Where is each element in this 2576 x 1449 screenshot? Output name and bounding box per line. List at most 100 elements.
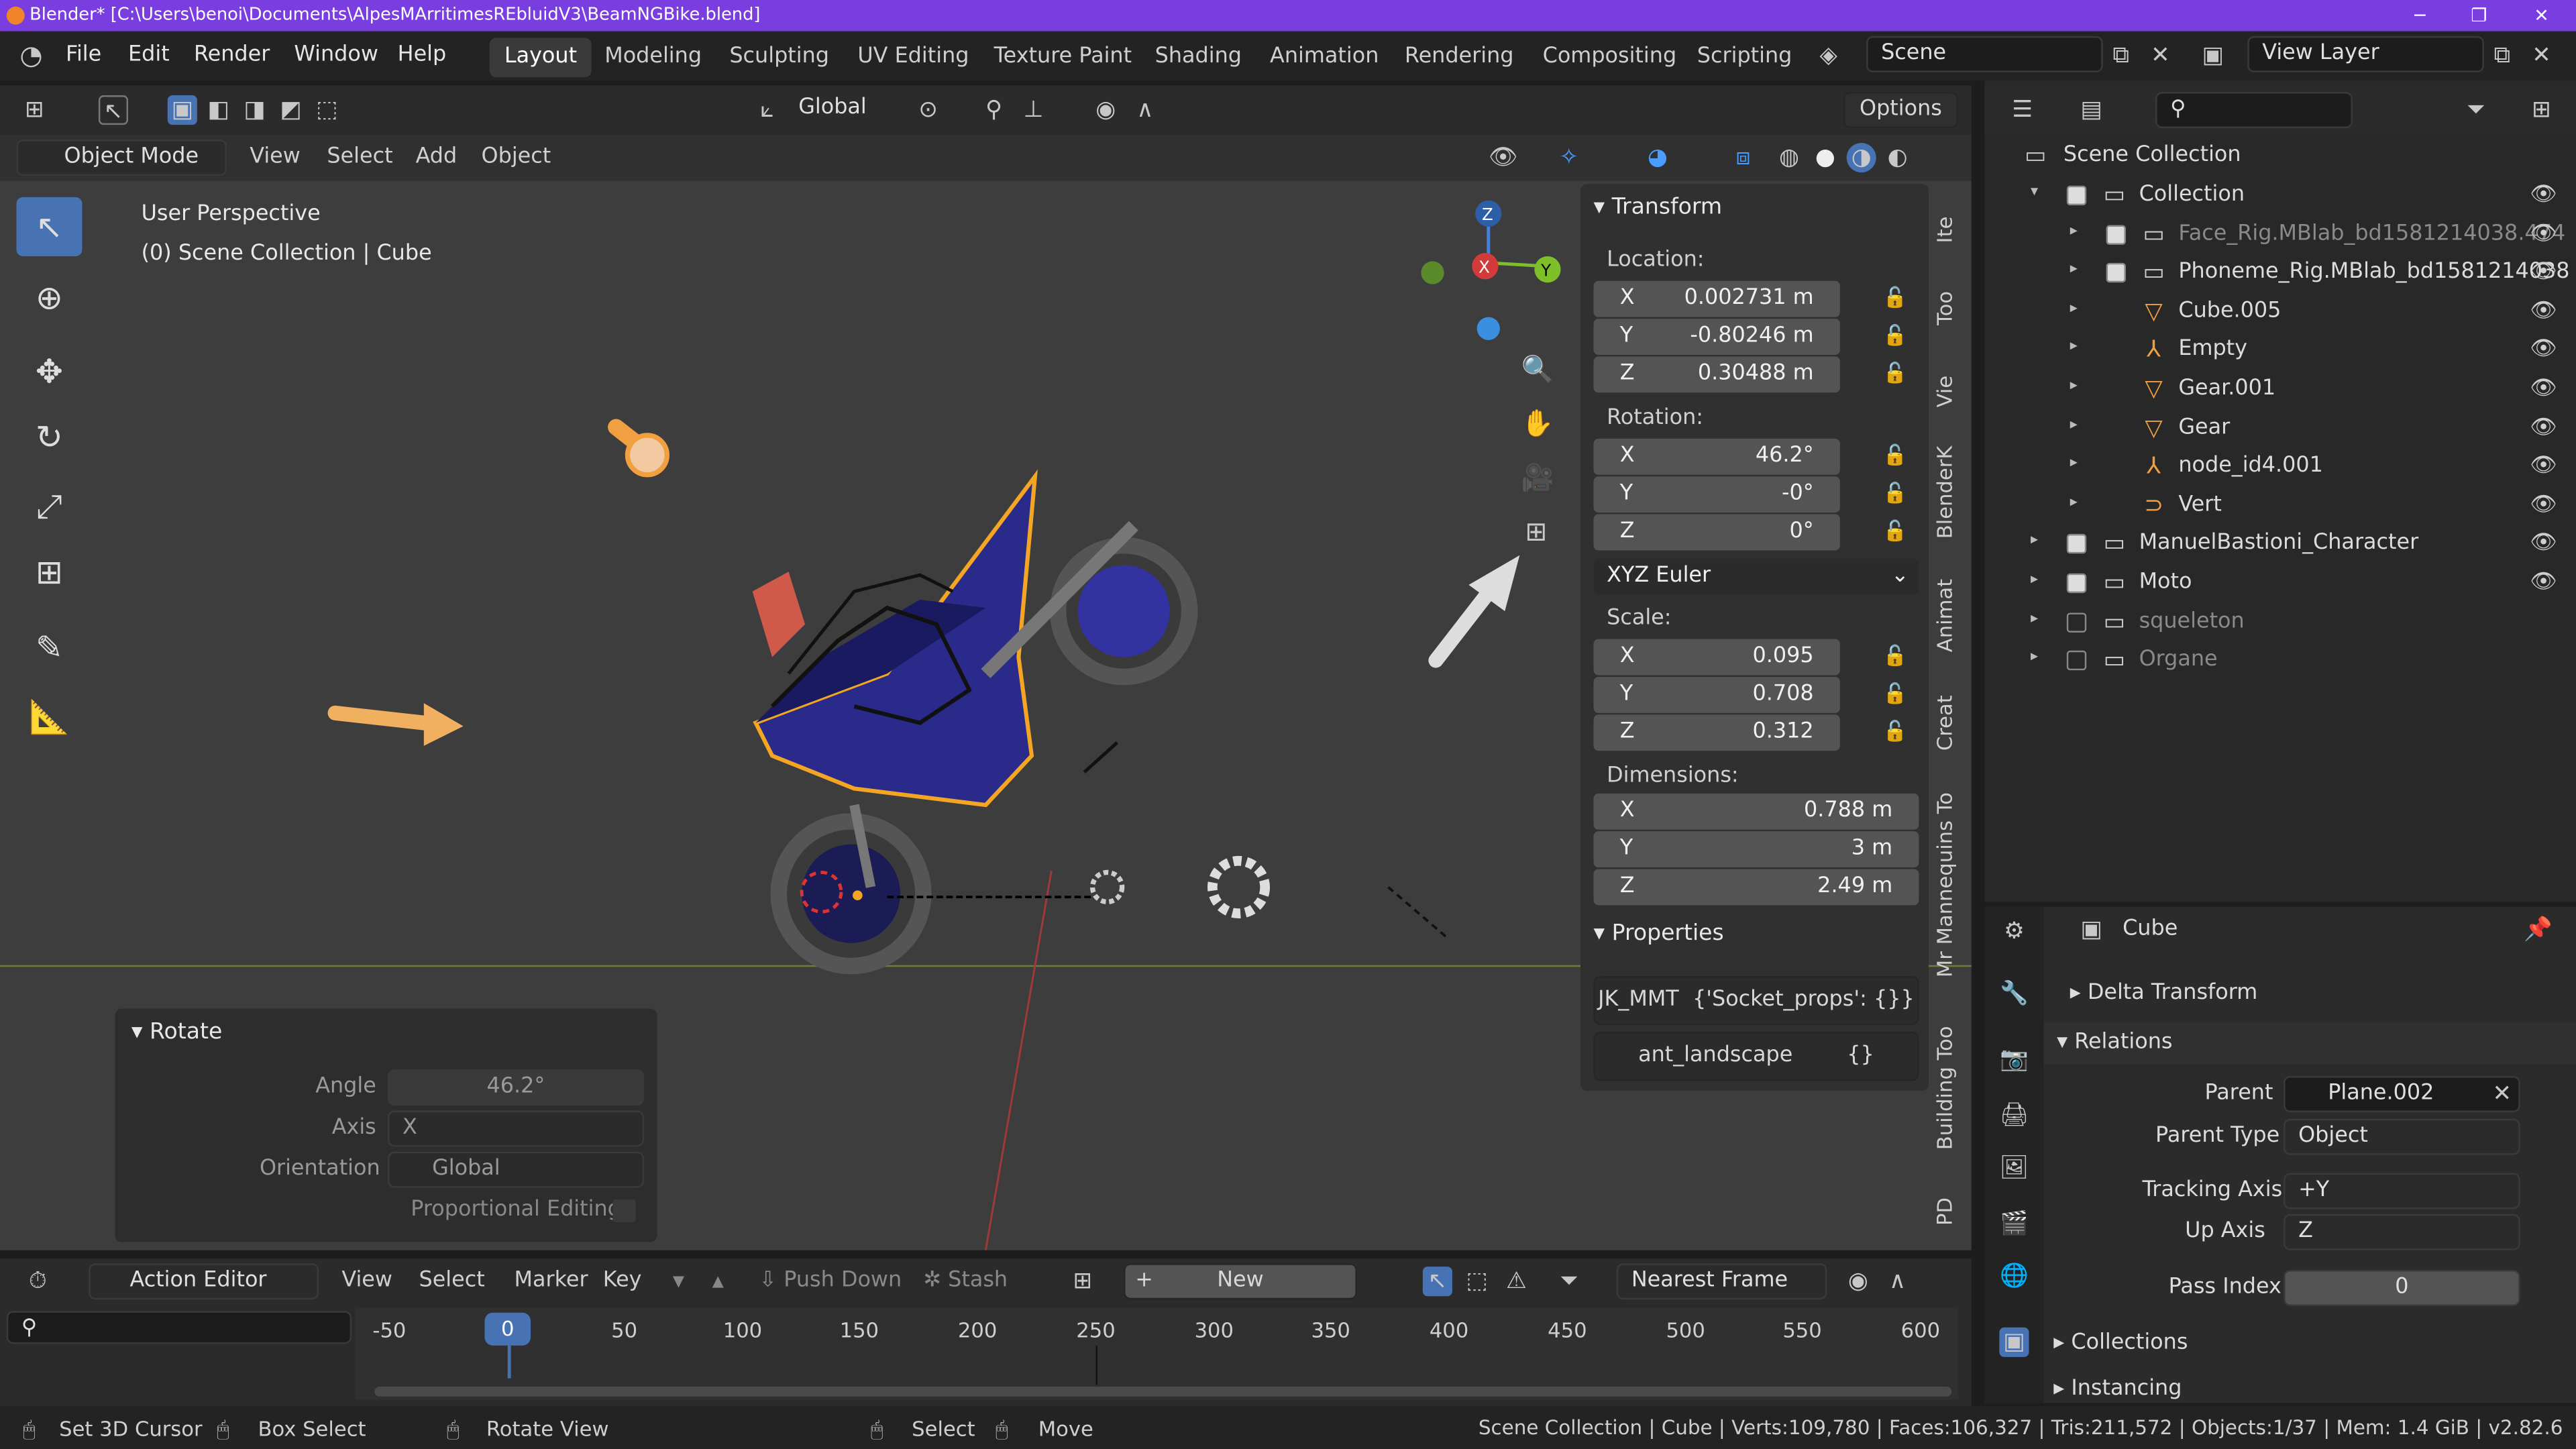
parent-type-dropdown[interactable]: Object <box>2284 1118 2520 1155</box>
cursor-tool[interactable]: ⊕ <box>16 268 82 327</box>
properties-header[interactable]: ▾ Properties <box>1594 920 1724 946</box>
lock-icon[interactable]: 🔓 <box>1883 644 1909 670</box>
exclude-checkbox[interactable] <box>2066 534 2087 555</box>
expand-icon[interactable]: ▸ <box>2070 262 2078 278</box>
tracking-axis-dropdown[interactable]: +Y <box>2284 1173 2520 1210</box>
editor-type-icon[interactable]: ⊞ <box>19 95 49 125</box>
scale-y-field[interactable]: Y 0.708 <box>1593 676 1840 713</box>
scene-tab-icon[interactable]: 🎬 <box>1999 1209 2029 1238</box>
menu-window[interactable]: Window <box>294 43 378 68</box>
delete-scene-icon[interactable]: ✕ <box>2145 41 2175 70</box>
new-action-button[interactable]: + New <box>1124 1263 1357 1300</box>
output-tab-icon[interactable]: 🖨 <box>1999 1101 2029 1130</box>
object-name[interactable]: Cube <box>2123 917 2178 942</box>
outliner-row-scene-collection[interactable]: ▭ Scene Collection <box>1984 138 2576 176</box>
measure-tool[interactable]: 📐 <box>16 687 82 746</box>
outliner-row[interactable]: ▸ ▭ Moto 👁 <box>1984 565 2576 602</box>
visibility-eye-icon[interactable]: 👁 <box>2530 337 2557 362</box>
tab-pd[interactable]: PD <box>1932 1186 1968 1235</box>
new-collection-icon[interactable]: ⊞ <box>2527 95 2557 125</box>
object-mode-dropdown[interactable]: Object Mode <box>16 140 227 176</box>
dimensions-z-field[interactable]: Z 2.49 m <box>1593 869 1919 906</box>
lock-icon[interactable]: 🔓 <box>1883 519 1909 545</box>
falloff-icon[interactable]: ∧ <box>1883 1267 1913 1296</box>
options-dropdown[interactable]: Options <box>1843 92 1959 129</box>
select-box-tool[interactable]: ↖ <box>16 197 83 257</box>
lock-icon[interactable]: 🔓 <box>1883 720 1909 746</box>
outliner-row[interactable]: ▸ ⊃ Vert 👁 <box>1984 488 2576 525</box>
dimensions-x-field[interactable]: X 0.788 m <box>1593 793 1919 830</box>
snap-icon[interactable]: ⚲ <box>979 95 1009 125</box>
outliner-row[interactable]: ▸ ⅄ node_id4.001 👁 <box>1984 449 2576 486</box>
timeline-menu-view[interactable]: View <box>341 1269 392 1293</box>
pin-icon[interactable]: 📌 <box>2524 915 2553 945</box>
navigation-gizmo[interactable]: Z Y X <box>1413 194 1570 358</box>
menu-render[interactable]: Render <box>194 43 270 68</box>
timeline-menu-key[interactable]: Key <box>603 1269 642 1293</box>
tab-animation[interactable]: Animation <box>1255 38 1393 77</box>
visibility-eye-icon[interactable]: 👁 <box>2530 182 2557 207</box>
expand-icon[interactable]: ▸ <box>2070 455 2078 472</box>
tab-compositing[interactable]: Compositing <box>1528 38 1692 77</box>
outliner-editor-icon[interactable]: ☰ <box>2008 95 2037 125</box>
move-tool[interactable]: ✥ <box>16 341 82 400</box>
visibility-eye-icon[interactable]: 👁 <box>2530 415 2557 440</box>
location-x-field[interactable]: X 0.002731 m <box>1593 280 1840 317</box>
action-browse-icon[interactable]: ⊞ <box>1068 1267 1097 1296</box>
outliner-row[interactable]: ▸ ▽ Gear.001 👁 <box>1984 371 2576 409</box>
axis-dropdown[interactable]: X <box>387 1110 644 1147</box>
mode-subtract-icon[interactable]: ◨ <box>240 95 270 125</box>
tab-tool[interactable]: Too <box>1932 276 1968 341</box>
tab-view[interactable]: Vie <box>1932 358 1968 424</box>
mode-invert-icon[interactable]: ◩ <box>276 95 305 125</box>
visibility-eye-icon[interactable]: 👁 <box>2530 492 2557 517</box>
render-tab-icon[interactable]: 📷 <box>1999 1045 2029 1075</box>
tab-shading[interactable]: Shading <box>1140 38 1256 77</box>
transform-orientation-dropdown[interactable]: Global <box>785 92 901 129</box>
viewport-menu-object[interactable]: Object <box>482 145 551 170</box>
outliner-row[interactable]: ▸ ▭ Phoneme_Rig.MBlab_bd1581214038 👁 <box>1984 255 2576 292</box>
rotation-x-field[interactable]: X 46.2° <box>1593 438 1840 475</box>
viewport-menu-add[interactable]: Add <box>416 145 458 170</box>
expand-icon[interactable]: ▸ <box>2070 494 2078 511</box>
pan-hand-icon[interactable]: ✋ <box>1521 409 1554 439</box>
stash-button[interactable]: ✲ Stash <box>923 1269 1008 1293</box>
filter-icon[interactable]: ⏷ <box>1554 1267 1584 1296</box>
expand-icon[interactable]: ▸ <box>2031 572 2038 588</box>
visibility-eye-icon[interactable]: 👁 <box>2530 299 2557 323</box>
expand-icon[interactable]: ▸ <box>2031 610 2038 627</box>
menu-file[interactable]: File <box>66 43 101 68</box>
zoom-icon[interactable]: 🔍 <box>1521 354 1554 384</box>
action-editor-dropdown[interactable]: Action Editor <box>89 1263 319 1300</box>
proportional-edit-icon[interactable]: ◉ <box>1843 1267 1873 1296</box>
select-tool-icon[interactable]: ↖ <box>98 95 129 125</box>
rotate-panel-header[interactable]: ▾ Rotate <box>131 1018 222 1044</box>
parent-field[interactable]: Plane.002 <box>2284 1076 2520 1112</box>
show-hidden-icon[interactable]: ⬚ <box>1462 1267 1492 1296</box>
tab-texture-paint[interactable]: Texture Paint <box>979 38 1147 77</box>
tab-create[interactable]: Creat <box>1932 684 1968 763</box>
rotation-z-field[interactable]: Z 0° <box>1593 514 1840 551</box>
rotate-tool[interactable]: ↻ <box>16 407 82 466</box>
new-scene-icon[interactable]: ⧉ <box>2106 41 2136 70</box>
current-frame-indicator[interactable]: 0 <box>484 1312 531 1346</box>
annotate-tool[interactable]: ✎ <box>16 618 82 677</box>
channel-search-input[interactable]: ⚲ <box>6 1311 352 1344</box>
snap-target-icon[interactable]: ⊥ <box>1018 95 1048 125</box>
lock-icon[interactable]: 🔓 <box>1883 323 1909 350</box>
outliner-search-input[interactable]: ⚲ <box>2155 92 2353 129</box>
lock-icon[interactable]: 🔓 <box>1883 482 1909 508</box>
visibility-eye-icon[interactable]: 👁 <box>2530 453 2557 478</box>
scene-icon[interactable]: ◈ <box>1814 41 1843 70</box>
outliner-row[interactable]: ▸ ▭ Organe <box>1984 643 2576 680</box>
scene-selector[interactable]: Scene <box>1866 36 2103 72</box>
location-y-field[interactable]: Y -0.80246 m <box>1593 319 1840 355</box>
proportional-edit-icon[interactable]: ◉ <box>1091 95 1120 125</box>
outliner-row[interactable]: ▸ ▭ ManuelBastioni_Character 👁 <box>1984 527 2576 564</box>
exclude-checkbox[interactable] <box>2066 185 2087 206</box>
visibility-eye-icon[interactable]: 👁 <box>2530 531 2557 556</box>
visibility-eye-icon[interactable]: 👁 <box>2530 376 2557 401</box>
location-z-field[interactable]: Z 0.30488 m <box>1593 356 1840 393</box>
expand-icon[interactable]: ▸ <box>2070 223 2078 239</box>
outliner-row[interactable]: ▾ ▭ Collection 👁 <box>1984 177 2576 215</box>
